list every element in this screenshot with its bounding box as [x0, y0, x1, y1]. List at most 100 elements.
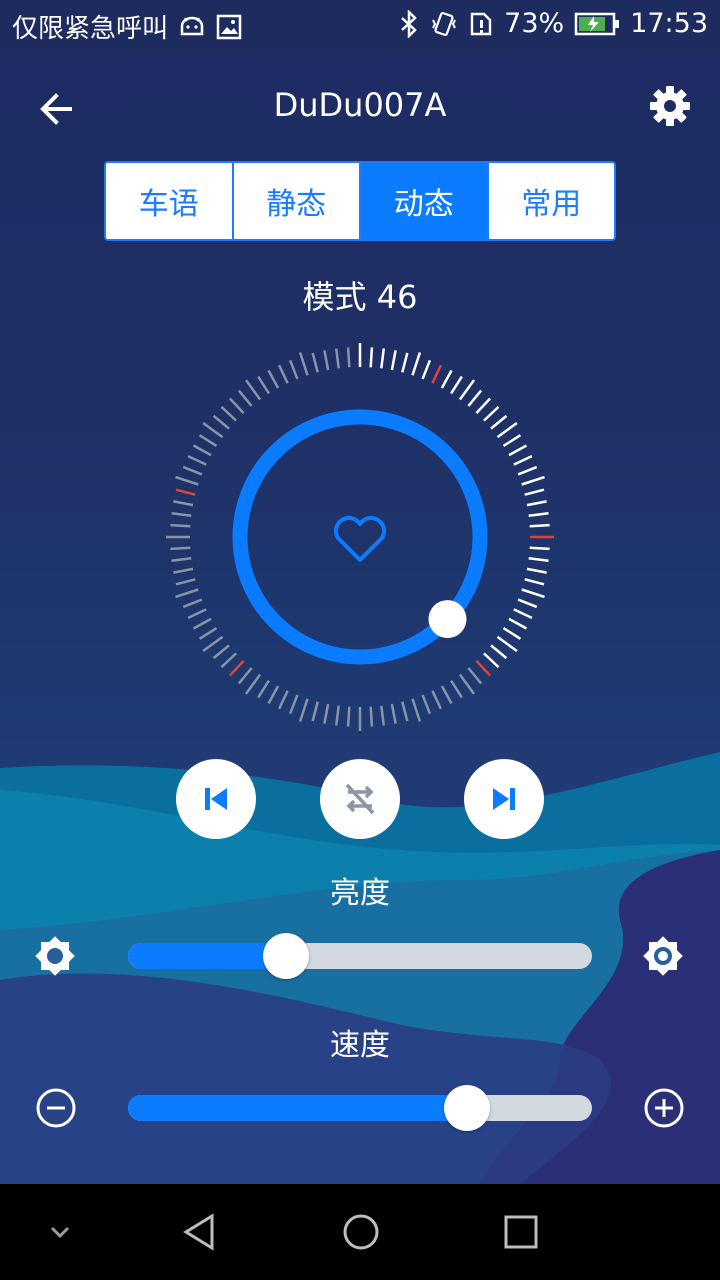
dial-tick — [298, 698, 309, 722]
dial-tick — [421, 694, 432, 715]
dial-tick — [521, 588, 545, 599]
tab-car-language[interactable]: 车语 — [106, 163, 234, 239]
device-title: DuDu007A — [273, 86, 447, 124]
dial-thumb[interactable] — [428, 600, 467, 639]
dial-tick — [311, 701, 319, 722]
mode-tabs: 车语 静态 动态 常用 — [104, 161, 616, 241]
dial-tick — [228, 660, 245, 677]
battery-percent: 73% — [504, 8, 565, 39]
shuffle-off-icon — [345, 783, 375, 815]
dial-tick — [401, 701, 409, 722]
dial-tick — [244, 673, 262, 695]
shuffle-toggle-button[interactable] — [320, 759, 400, 839]
dial-tick — [175, 475, 199, 486]
speed-thumb[interactable] — [444, 1085, 490, 1131]
dial-tick — [171, 557, 192, 563]
dial-tick — [257, 679, 270, 699]
dial-ticks — [166, 343, 554, 731]
dial-tick — [198, 627, 218, 640]
back-nav-icon[interactable] — [180, 1212, 220, 1252]
brightness-thumb[interactable] — [263, 933, 309, 979]
mode-dial[interactable] — [160, 337, 560, 737]
dial-tick — [369, 347, 374, 368]
mode-label: 模式 46 — [302, 278, 418, 316]
dial-tick — [490, 414, 508, 430]
dial-tick — [502, 434, 522, 447]
dial-tick — [421, 359, 432, 380]
dial-tick — [529, 546, 550, 551]
settings-gear-icon[interactable] — [648, 84, 692, 128]
tab-static[interactable]: 静态 — [234, 163, 361, 239]
dial-tick — [187, 608, 207, 620]
dial-tick — [346, 706, 351, 727]
bluetooth-icon — [401, 9, 417, 38]
dial-tick — [198, 434, 218, 447]
tab-common[interactable]: 常用 — [489, 163, 615, 239]
brightness-high-icon[interactable] — [640, 933, 686, 979]
status-left: 仅限紧急呼叫 — [12, 8, 242, 45]
hide-nav-chevron-icon[interactable] — [40, 1212, 80, 1252]
status-bar: 仅限紧急呼叫 73% 17:53 — [0, 0, 720, 50]
dial-tick — [517, 598, 538, 609]
home-nav-icon[interactable] — [341, 1212, 381, 1252]
dial-tick — [529, 523, 550, 528]
increase-speed-icon[interactable] — [641, 1085, 687, 1131]
dial-tick — [277, 690, 289, 710]
dial-tick — [220, 405, 237, 422]
dial-tick — [334, 348, 340, 369]
dial-tick — [175, 488, 196, 496]
dial-tick — [524, 578, 545, 586]
dial-tick — [237, 667, 253, 685]
vibrate-icon — [432, 11, 457, 36]
next-button[interactable] — [464, 759, 544, 839]
dial-tick — [440, 685, 453, 705]
dial-tick — [192, 444, 212, 457]
dial-tick — [450, 679, 463, 699]
dial-tick — [202, 635, 224, 653]
heart-icon[interactable] — [334, 516, 386, 562]
dial-tick — [267, 685, 280, 705]
dial-tick — [170, 546, 191, 551]
brightness-label: 亮度 — [330, 876, 390, 911]
dial-tick — [346, 347, 351, 368]
speed-fill — [128, 1095, 467, 1121]
dial-tick — [475, 397, 492, 414]
dial-tick — [528, 557, 549, 563]
dial-tick — [220, 652, 237, 669]
dial-tick — [467, 667, 483, 685]
dial-tick — [228, 397, 245, 414]
tab-dynamic[interactable]: 动态 — [361, 163, 489, 239]
dial-tick — [298, 352, 309, 376]
decrease-speed-icon[interactable] — [33, 1085, 79, 1131]
dial-tick — [311, 352, 319, 373]
emergency-call-text: 仅限紧急呼叫 — [12, 14, 169, 44]
dial-tick — [431, 690, 443, 710]
skip-previous-icon — [205, 788, 227, 810]
brightness-low-icon[interactable] — [32, 933, 78, 979]
dial-tick — [390, 350, 397, 371]
status-right: 73% 17:53 — [398, 8, 708, 39]
dial-tick — [411, 698, 422, 722]
dial-tick — [521, 475, 545, 486]
dial-tick — [380, 705, 386, 726]
android-icon — [180, 16, 204, 35]
speed-slider[interactable] — [128, 1085, 592, 1131]
sim-alert-icon — [470, 12, 492, 35]
recents-nav-icon[interactable] — [501, 1212, 541, 1252]
dial-tick — [380, 348, 386, 369]
dial-tick — [369, 706, 374, 727]
skip-next-icon — [493, 788, 515, 810]
brightness-slider[interactable] — [128, 933, 592, 979]
dial-tick — [496, 635, 518, 653]
dial-tick — [173, 500, 194, 507]
screen: 仅限紧急呼叫 73% 17:53 DuDu007A 车语 静态 动态 常用 模式… — [0, 0, 720, 1280]
dial-tick — [288, 694, 299, 715]
dial-tick — [496, 421, 518, 439]
dial-tick — [173, 567, 194, 574]
dial-tick — [187, 454, 207, 466]
dial-tick — [524, 488, 545, 496]
previous-button[interactable] — [176, 759, 256, 839]
dial-tick — [483, 652, 500, 669]
battery-charging-icon — [574, 12, 620, 35]
image-icon — [216, 14, 242, 39]
